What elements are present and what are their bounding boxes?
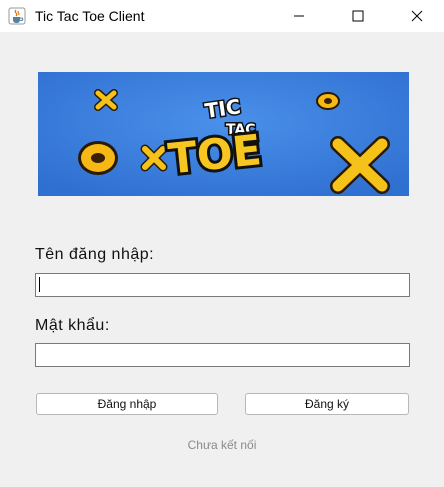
connection-status: Chưa kết nối <box>187 438 257 452</box>
tic-tac-toe-banner: TIC TAC TOE <box>38 72 409 196</box>
tic-tac-toe-logo-icon: TIC TAC TOE <box>38 72 409 196</box>
maximize-icon <box>352 10 364 22</box>
app-window: Tic Tac Toe Client TIC TAC TOE Tên đăng … <box>0 0 444 487</box>
username-label: Tên đăng nhập: <box>35 246 155 263</box>
minimize-icon <box>294 15 304 17</box>
window-title: Tic Tac Toe Client <box>35 8 145 24</box>
java-cup-icon <box>8 7 26 25</box>
login-button[interactable]: Đăng nhập <box>36 393 218 415</box>
svg-text:TIC: TIC <box>203 94 242 123</box>
close-icon <box>411 10 423 22</box>
minimize-button[interactable] <box>276 0 322 32</box>
username-input[interactable] <box>35 273 410 297</box>
text-caret <box>39 277 40 292</box>
title-bar[interactable]: Tic Tac Toe Client <box>0 0 444 32</box>
password-label: Mật khẩu: <box>35 317 110 334</box>
close-button[interactable] <box>394 0 440 32</box>
register-button[interactable]: Đăng ký <box>245 393 409 415</box>
maximize-button[interactable] <box>335 0 381 32</box>
svg-text:TOE: TOE <box>166 125 264 183</box>
password-input[interactable] <box>35 343 410 367</box>
